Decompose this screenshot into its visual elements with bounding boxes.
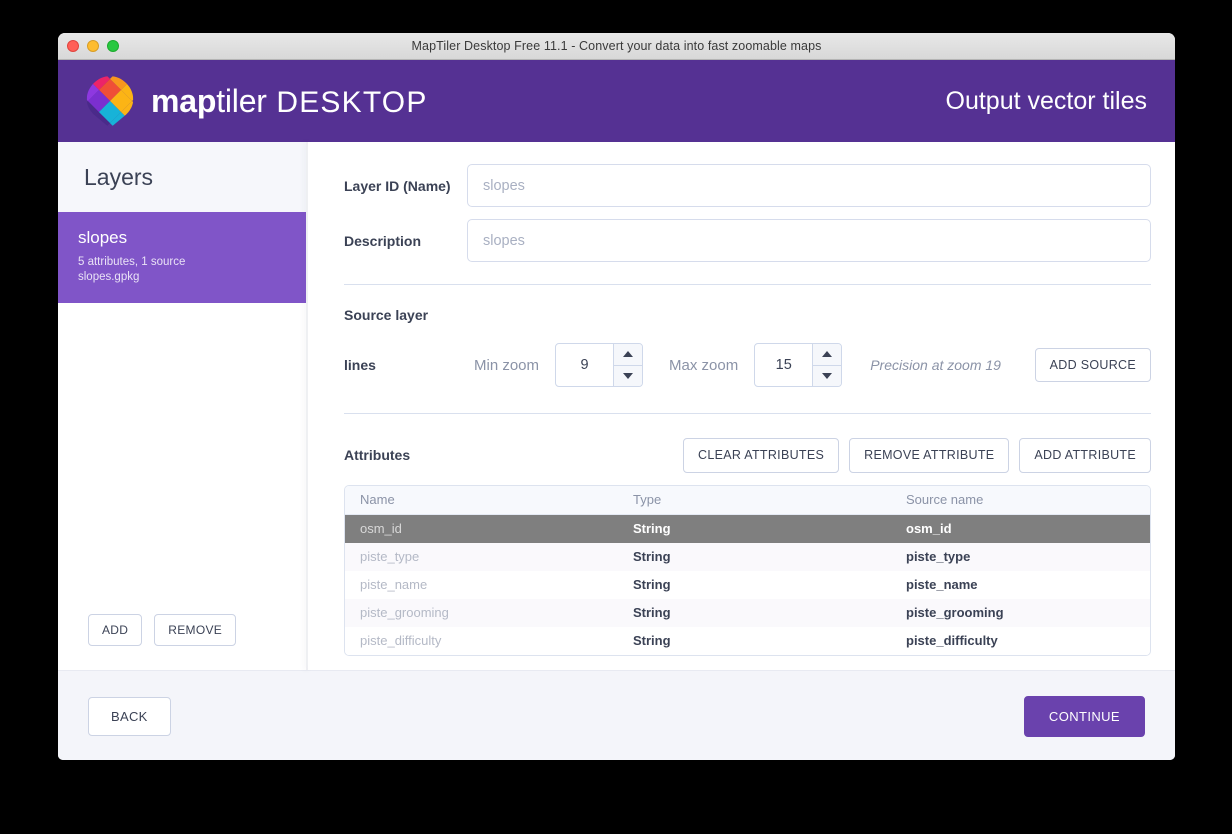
precision-note: Precision at zoom 19 (870, 357, 1001, 373)
cell-type: String (633, 605, 671, 620)
add-layer-button[interactable]: ADD (88, 614, 143, 646)
cell-name: piste_grooming (360, 605, 449, 620)
table-row[interactable]: piste_difficulty String piste_difficulty (345, 626, 1150, 655)
description-label: Description (344, 232, 422, 249)
min-zoom-arrows (613, 344, 643, 386)
cell-source-name: piste_difficulty (906, 633, 998, 648)
cell-source-name: osm_id (906, 521, 952, 536)
min-zoom-label: Min zoom (474, 356, 540, 374)
window-titlebar: MapTiler Desktop Free 11.1 - Convert you… (58, 33, 1175, 60)
description-row: Description slopes (344, 219, 1151, 262)
brand-product: DESKTOP (276, 85, 428, 119)
cell-type: String (633, 577, 671, 592)
add-source-button[interactable]: ADD SOURCE (1034, 347, 1151, 383)
app-header: maptiler DESKTOP Output vector tiles (58, 60, 1175, 142)
table-row[interactable]: piste_grooming String piste_grooming (345, 598, 1150, 627)
cell-source-name: piste_type (906, 549, 971, 564)
brand-tiler: tiler (216, 82, 267, 119)
cell-source-name: piste_grooming (906, 605, 1004, 620)
max-zoom-arrows (812, 344, 842, 386)
source-layer-section-title: Source layer (344, 307, 429, 323)
attributes-table-header: Name Type Source name (345, 485, 1150, 515)
cell-name: piste_type (360, 549, 420, 564)
chevron-down-icon (623, 372, 634, 379)
layers-title: Layers (84, 163, 154, 190)
table-row[interactable]: piste_name String piste_name (345, 570, 1150, 599)
source-layer-row: lines Min zoom 9 Max zoom 15 Precision a… (344, 343, 1151, 387)
table-row[interactable]: osm_id String osm_id (345, 514, 1150, 543)
max-zoom-decrement-button[interactable] (813, 365, 842, 386)
continue-button[interactable]: CONTINUE (1023, 695, 1145, 737)
clear-attributes-button[interactable]: CLEAR ATTRIBUTES (683, 438, 840, 473)
minimize-window-icon[interactable] (87, 40, 99, 52)
page-title: Output vector tiles (945, 86, 1147, 115)
cell-type: String (633, 633, 671, 648)
remove-attribute-button[interactable]: REMOVE ATTRIBUTE (849, 438, 1010, 473)
remove-layer-button[interactable]: REMOVE (154, 614, 237, 646)
layer-id-input[interactable]: slopes (467, 164, 1151, 207)
chevron-up-icon (822, 351, 833, 358)
layer-id-label: Layer ID (Name) (344, 177, 451, 194)
max-zoom-value[interactable]: 15 (755, 344, 812, 386)
layer-list-item-slopes[interactable]: slopes 5 attributes, 1 source slopes.gpk… (58, 212, 306, 304)
cell-type: String (633, 549, 671, 564)
chevron-down-icon (822, 372, 833, 379)
back-button[interactable]: BACK (88, 696, 171, 736)
close-window-icon[interactable] (67, 40, 79, 52)
cell-type: String (633, 521, 671, 536)
source-layer-name: lines (344, 357, 376, 373)
layers-sidebar: Layers slopes 5 attributes, 1 source slo… (58, 142, 306, 670)
layer-meta: 5 attributes, 1 source slopes.gpkg (78, 255, 286, 285)
min-zoom-value[interactable]: 9 (556, 344, 613, 386)
max-zoom-increment-button[interactable] (813, 344, 842, 366)
layer-meta-attributes: 5 attributes, 1 source (78, 256, 186, 268)
brand-wordmark: maptiler DESKTOP (151, 83, 428, 120)
window-title: MapTiler Desktop Free 11.1 - Convert you… (411, 39, 822, 53)
attributes-table: Name Type Source name osm_id String osm_… (344, 484, 1151, 656)
divider-1 (344, 284, 1151, 285)
table-row[interactable]: piste_type String piste_type (345, 542, 1150, 571)
add-attribute-button[interactable]: ADD ATTRIBUTE (1019, 438, 1151, 473)
zoom-window-icon[interactable] (107, 40, 119, 52)
divider-2 (344, 413, 1151, 414)
column-header-name: Name (360, 492, 395, 507)
application-window: MapTiler Desktop Free 11.1 - Convert you… (58, 33, 1175, 760)
brand: maptiler DESKTOP (83, 74, 428, 128)
attributes-title: Attributes (344, 447, 411, 464)
cell-source-name: piste_name (906, 577, 978, 592)
min-zoom-stepper[interactable]: 9 (555, 343, 644, 387)
layer-name: slopes (78, 228, 128, 247)
column-header-source-name: Source name (906, 492, 984, 507)
screen: MapTiler Desktop Free 11.1 - Convert you… (0, 0, 1232, 834)
layer-meta-source-file: slopes.gpkg (78, 271, 140, 284)
brand-map: map (151, 82, 217, 119)
min-zoom-decrement-button[interactable] (614, 365, 643, 386)
layer-actions: ADD REMOVE (88, 614, 237, 646)
cell-name: piste_difficulty (360, 633, 442, 648)
max-zoom-stepper[interactable]: 15 (754, 343, 843, 387)
cell-name: piste_name (360, 577, 428, 592)
min-zoom-increment-button[interactable] (614, 344, 643, 366)
layers-header: Layers (58, 142, 306, 212)
app-body: Layers slopes 5 attributes, 1 source slo… (58, 142, 1175, 670)
layer-id-row: Layer ID (Name) slopes (344, 164, 1151, 207)
maptiler-logo-icon (86, 76, 134, 128)
max-zoom-label: Max zoom (669, 356, 739, 374)
attributes-header: Attributes CLEAR ATTRIBUTES REMOVE ATTRI… (344, 438, 1151, 473)
wizard-footer: BACK CONTINUE (58, 670, 1175, 760)
attributes-actions: CLEAR ATTRIBUTES REMOVE ATTRIBUTE ADD AT… (683, 438, 1151, 473)
layer-settings-panel: Layer ID (Name) slopes Description slope… (308, 142, 1175, 670)
column-header-type: Type (633, 492, 662, 507)
chevron-up-icon (623, 351, 634, 358)
cell-name: osm_id (360, 521, 402, 536)
description-input[interactable]: slopes (467, 219, 1151, 262)
window-controls (67, 40, 119, 52)
